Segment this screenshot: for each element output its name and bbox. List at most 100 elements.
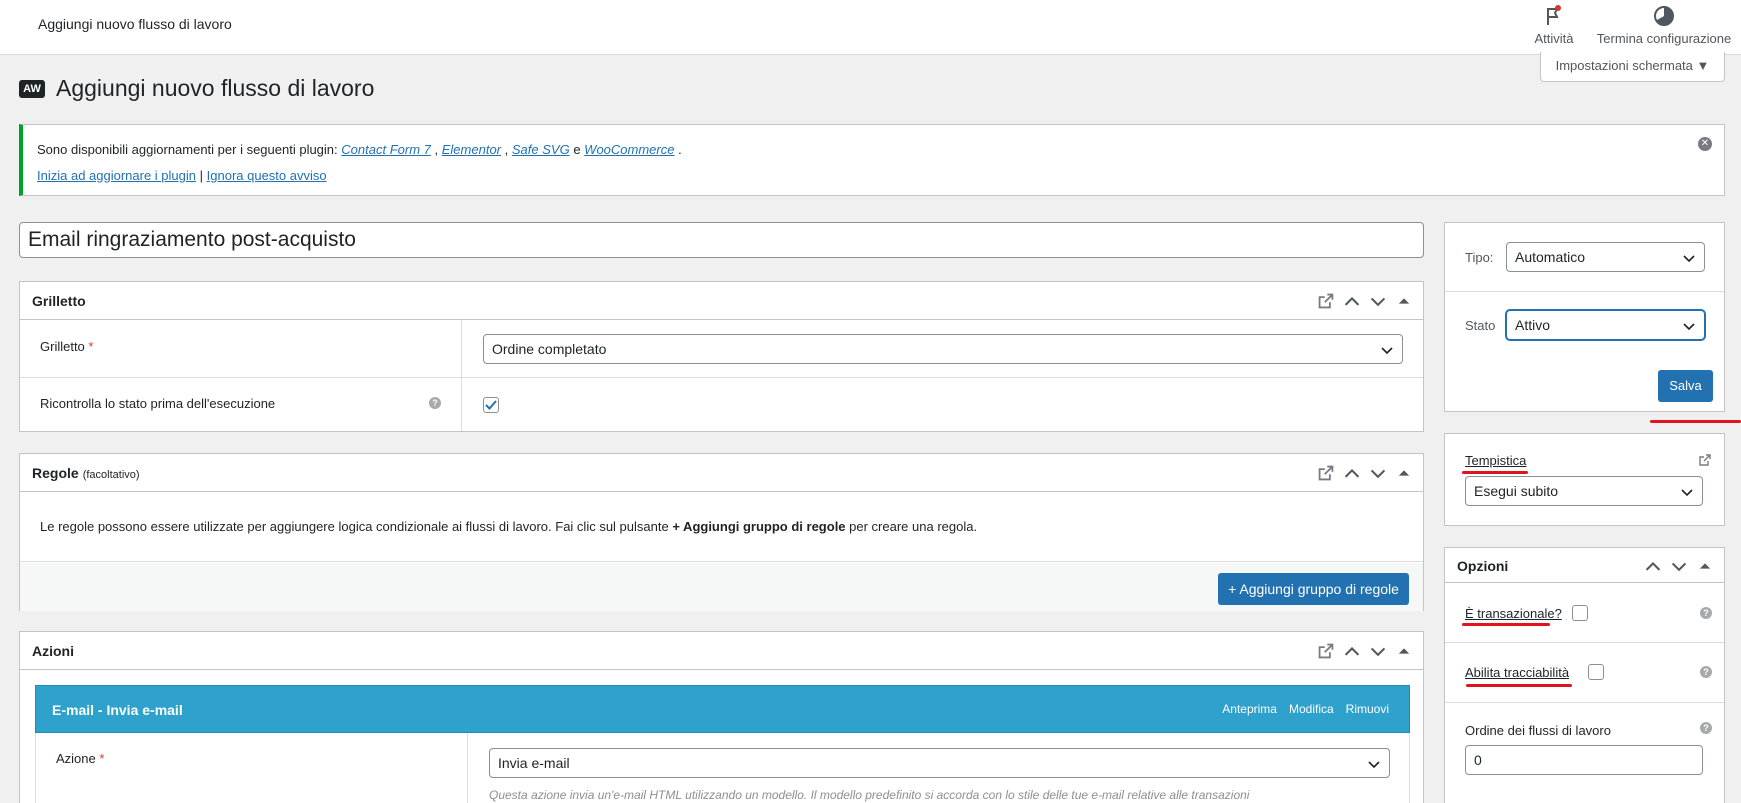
email-action-header[interactable]: E-mail - Invia e-mail Anteprima Modifica… (35, 685, 1410, 733)
recheck-checkbox[interactable] (483, 397, 499, 413)
external-link-icon[interactable] (1317, 642, 1335, 660)
finish-setup-button[interactable]: Termina configurazione (1594, 5, 1734, 46)
collapse-icon[interactable] (1395, 292, 1413, 310)
move-down-icon[interactable] (1369, 642, 1387, 660)
notice-message: Sono disponibili aggiornamenti per i seg… (37, 142, 682, 157)
order-input[interactable] (1465, 745, 1703, 775)
notice-separator: . (678, 142, 682, 157)
move-up-icon[interactable] (1343, 464, 1361, 482)
save-button[interactable]: Salva (1658, 370, 1713, 402)
help-icon: ? (1700, 666, 1712, 678)
action-value: Invia e-mail (498, 755, 570, 771)
status-select[interactable]: Attivo (1506, 310, 1705, 340)
notice-separator: e (573, 142, 581, 157)
collapse-icon[interactable] (1395, 642, 1413, 660)
plugin-link-woocommerce[interactable]: WooCommerce (584, 142, 674, 157)
activity-label: Attività (1534, 31, 1574, 46)
move-up-icon[interactable] (1343, 642, 1361, 660)
rules-footer: + Aggiungi gruppo di regole (20, 563, 1423, 611)
collapse-icon[interactable] (1395, 464, 1413, 482)
order-row: Ordine dei flussi di lavoro ? (1445, 703, 1724, 803)
action-row: Azione * Invia e-mail Questa azione invi… (35, 733, 1410, 803)
trigger-box-header: Grilletto (20, 282, 1423, 320)
edit-link[interactable]: Modifica (1289, 702, 1334, 716)
move-up-icon[interactable] (1644, 557, 1662, 575)
notice-separator: , (434, 142, 439, 157)
move-down-icon[interactable] (1369, 292, 1387, 310)
transactional-row: È transazionale? ? (1445, 583, 1724, 643)
checkmark-icon (485, 400, 497, 410)
options-box-header: Opzioni (1445, 548, 1724, 583)
email-action-title: E-mail - Invia e-mail (52, 702, 183, 718)
trigger-select[interactable]: Ordine completato (483, 334, 1403, 364)
move-down-icon[interactable] (1670, 557, 1688, 575)
finish-setup-label: Termina configurazione (1596, 31, 1732, 46)
trigger-box: Grilletto Grilletto * Ordine completato … (19, 281, 1424, 432)
type-row: Tipo: Automatico (1445, 223, 1724, 292)
timing-box: Tempistica Esegui subito (1444, 433, 1725, 526)
help-icon: ? (1700, 607, 1712, 619)
screen-options-button[interactable]: Impostazioni schermata ▼ (1540, 52, 1725, 82)
type-select[interactable]: Automatico (1506, 242, 1705, 272)
rules-box: Regole (facoltativo) Le regole possono es… (19, 453, 1424, 611)
aw-logo: AW (19, 79, 45, 98)
timing-value: Esegui subito (1474, 483, 1559, 499)
chevron-down-icon (1381, 347, 1393, 355)
action-label: Azione * (56, 751, 105, 766)
type-value: Automatico (1515, 249, 1586, 265)
transactional-checkbox[interactable] (1572, 605, 1588, 621)
actions-box-header: Azioni (20, 632, 1423, 670)
annotation-underline-timing (1462, 471, 1528, 474)
trigger-value: Ordine completato (492, 341, 607, 357)
page-heading: AW Aggiungi nuovo flusso di lavoro (19, 75, 374, 102)
tracking-label: Abilita tracciabilità (1465, 665, 1570, 680)
update-plugins-link[interactable]: Inizia ad aggiornare i plugin (37, 168, 196, 183)
tracking-checkbox[interactable] (1588, 664, 1604, 680)
plugin-link-safe-svg[interactable]: Safe SVG (512, 142, 570, 157)
recheck-row: Ricontrolla lo stato prima dell'esecuzio… (20, 378, 1423, 431)
activity-button[interactable]: Attività (1530, 5, 1578, 46)
external-link-icon[interactable] (1698, 453, 1712, 467)
ignore-notice-link[interactable]: Ignora questo avviso (207, 168, 327, 183)
notice-divider: | (199, 168, 204, 183)
options-box: Opzioni È transazionale? ? Abilita tracc… (1444, 547, 1725, 803)
flag-icon (1547, 5, 1561, 25)
transactional-label: È transazionale? (1465, 606, 1562, 621)
top-header-bar: Aggiungi nuovo flusso di lavoro Attività… (0, 0, 1741, 55)
preview-link[interactable]: Anteprima (1222, 702, 1277, 716)
page-title: Aggiungi nuovo flusso di lavoro (56, 75, 375, 101)
rules-description: Le regole possono essere utilizzate per … (40, 519, 978, 534)
external-link-icon[interactable] (1317, 464, 1335, 482)
rules-description-row: Le regole possono essere utilizzate per … (20, 492, 1423, 562)
status-value: Attivo (1515, 317, 1551, 333)
plugin-link-elementor[interactable]: Elementor (442, 142, 501, 157)
rules-box-title: Regole (facoltativo) (32, 465, 140, 481)
progress-circle-icon (1654, 6, 1674, 26)
plugin-link-cf7[interactable]: Contact Form 7 (341, 142, 431, 157)
actions-box-title: Azioni (32, 643, 74, 659)
move-down-icon[interactable] (1369, 464, 1387, 482)
remove-link[interactable]: Rimuovi (1346, 702, 1389, 716)
collapse-icon[interactable] (1696, 557, 1714, 575)
workflow-title-input[interactable] (19, 222, 1424, 258)
actions-box: Azioni E-mail - Invia e-mail Anteprima M… (19, 631, 1424, 803)
dismiss-icon[interactable]: ✕ (1698, 137, 1712, 151)
row-divider (461, 378, 462, 431)
publish-box: Tipo: Automatico Stato Attivo Salva (1444, 222, 1725, 412)
notice-separator: , (504, 142, 509, 157)
add-rule-group-button[interactable]: + Aggiungi gruppo di regole (1218, 573, 1409, 605)
annotation-underline-tracking (1466, 684, 1572, 687)
action-select[interactable]: Invia e-mail (489, 748, 1390, 778)
action-description: Questa azione invia un'e-mail HTML utili… (489, 788, 1250, 802)
plugin-update-notice: Sono disponibili aggiornamenti per i seg… (19, 124, 1725, 196)
external-link-icon[interactable] (1317, 292, 1335, 310)
status-label: Stato (1465, 318, 1496, 333)
annotation-underline-transactional (1462, 623, 1550, 626)
chevron-down-icon (1368, 761, 1380, 769)
timing-select[interactable]: Esegui subito (1465, 476, 1703, 506)
row-divider (461, 320, 462, 377)
help-icon: ? (1700, 722, 1712, 734)
order-label: Ordine dei flussi di lavoro (1465, 723, 1611, 738)
move-up-icon[interactable] (1343, 292, 1361, 310)
annotation-underline-save (1650, 420, 1741, 423)
